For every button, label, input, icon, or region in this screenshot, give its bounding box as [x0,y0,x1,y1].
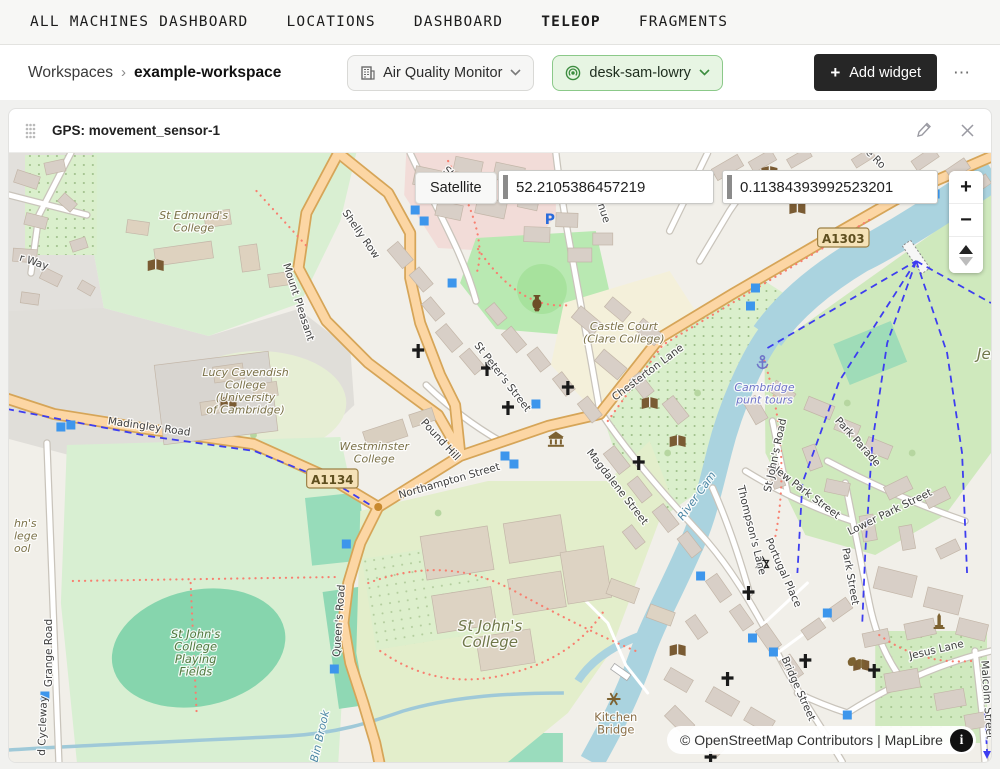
attribution-text[interactable]: © OpenStreetMap Contributors | MapLibre [680,732,943,748]
map-label: Castle Court(Clare College) [583,320,665,346]
map-label: Cambridgepunt tours [734,381,794,407]
longitude-input[interactable] [732,179,937,196]
breadcrumb: Workspaces › example-workspace [28,64,281,82]
gps-point-marker [448,279,457,288]
tab-locations[interactable]: LOCATIONS [286,14,375,30]
map-label: d Cycleway [36,696,50,756]
zoom-in-button[interactable]: + [949,171,983,204]
map-building [503,515,566,564]
widget-header: GPS: movement_sensor-1 [9,109,991,153]
info-icon[interactable]: i [950,729,973,752]
drag-handle-icon[interactable] [25,123,36,139]
gps-point-marker [843,711,852,720]
map-building [20,292,39,305]
widget-title: GPS: movement_sensor-1 [52,123,220,138]
compass-pitch-button[interactable] [949,237,983,273]
breadcrumb-current: example-workspace [134,64,281,82]
map-building [556,213,578,228]
gps-point-marker [56,423,65,432]
svg-text:d Cycleway: d Cycleway [36,696,50,756]
add-widget-label: Add widget [849,65,921,81]
gps-point-marker [342,540,351,549]
compass-south-icon [959,257,973,266]
gps-point-marker [66,421,75,430]
machine-selector-label: desk-sam-lowry [589,65,691,81]
svg-text:Jesu: Jesu [974,345,991,363]
map-zoom-controls: + − [949,171,983,273]
gps-point-marker [748,634,757,643]
part-selector-dropdown[interactable]: Air Quality Monitor [347,55,534,91]
map-building [126,220,150,236]
map-building [560,546,611,604]
breadcrumb-separator-icon: › [121,64,126,81]
gps-point-marker [751,284,760,293]
chevron-down-icon [510,69,521,76]
add-widget-button[interactable]: + Add widget [814,54,937,91]
compass-north-icon [959,245,973,254]
workspace-toolbar: Workspaces › example-workspace Air Quali… [0,45,1000,100]
top-nav-bar: ALL MACHINES DASHBOARD LOCATIONS DASHBOA… [0,0,1000,45]
chevron-down-icon [699,69,710,76]
pencil-icon [915,122,932,139]
tab-all-machines-dashboard[interactable]: ALL MACHINES DASHBOARD [30,14,248,30]
svg-text:Grange Road: Grange Road [43,619,55,687]
latitude-field [498,170,714,204]
svg-text:A1303: A1303 [822,232,865,246]
gps-point-marker [696,572,705,581]
part-selector-label: Air Quality Monitor [383,65,502,81]
road-badge: A1303 [818,228,869,247]
overflow-menu-button[interactable]: ⋯ [953,63,972,83]
gps-point-marker [769,648,778,657]
map-attribution: © OpenStreetMap Contributors | MapLibre … [667,726,976,754]
close-icon [960,123,975,138]
tab-fragments[interactable]: FRAGMENTS [639,14,728,30]
longitude-field [722,170,938,204]
map-building [239,244,260,272]
map-label: KitchenBridge [594,710,637,737]
gps-widget-card: GPS: movement_sensor-1 [8,108,992,763]
machine-live-icon [565,65,581,81]
satellite-toggle-button[interactable]: Satellite [415,172,497,204]
parking-icon [545,212,555,228]
svg-text:KitchenBridge: KitchenBridge [594,710,637,737]
gps-point-marker [823,609,832,618]
map-label: Jesu [974,345,991,363]
zoom-out-button[interactable]: − [949,204,983,237]
machine-selector-dropdown[interactable]: desk-sam-lowry [552,55,723,91]
breadcrumb-root[interactable]: Workspaces [28,64,113,82]
gps-point-marker [411,206,420,215]
building-icon [360,65,375,80]
svg-text:A1134: A1134 [311,473,354,487]
svg-text:Castle Court(Clare College): Castle Court(Clare College) [583,320,665,346]
map-building [568,248,592,262]
svg-text:Cambridgepunt tours: Cambridgepunt tours [734,381,794,407]
road-badge: A1134 [307,469,358,488]
map-canvas[interactable]: P [9,153,991,762]
tab-dashboard[interactable]: DASHBOARD [414,14,503,30]
gps-point-marker [330,665,339,674]
gps-point-marker [420,217,429,226]
map-label: St John'sCollege [458,617,523,651]
dashboard-area: GPS: movement_sensor-1 [0,100,1000,769]
latitude-input[interactable] [508,179,713,196]
gps-point-marker [500,452,509,461]
plus-icon: + [830,64,840,81]
map-building [524,227,550,243]
svg-text:St John'sCollege: St John'sCollege [458,617,523,651]
map-label: Grange Road [43,619,55,687]
gps-point-marker [509,460,518,469]
map-building [593,233,613,245]
close-widget-button[interactable] [960,123,975,138]
edit-widget-button[interactable] [915,122,932,139]
tab-teleop[interactable]: TELEOP [541,14,601,30]
gps-point-marker [746,302,755,311]
